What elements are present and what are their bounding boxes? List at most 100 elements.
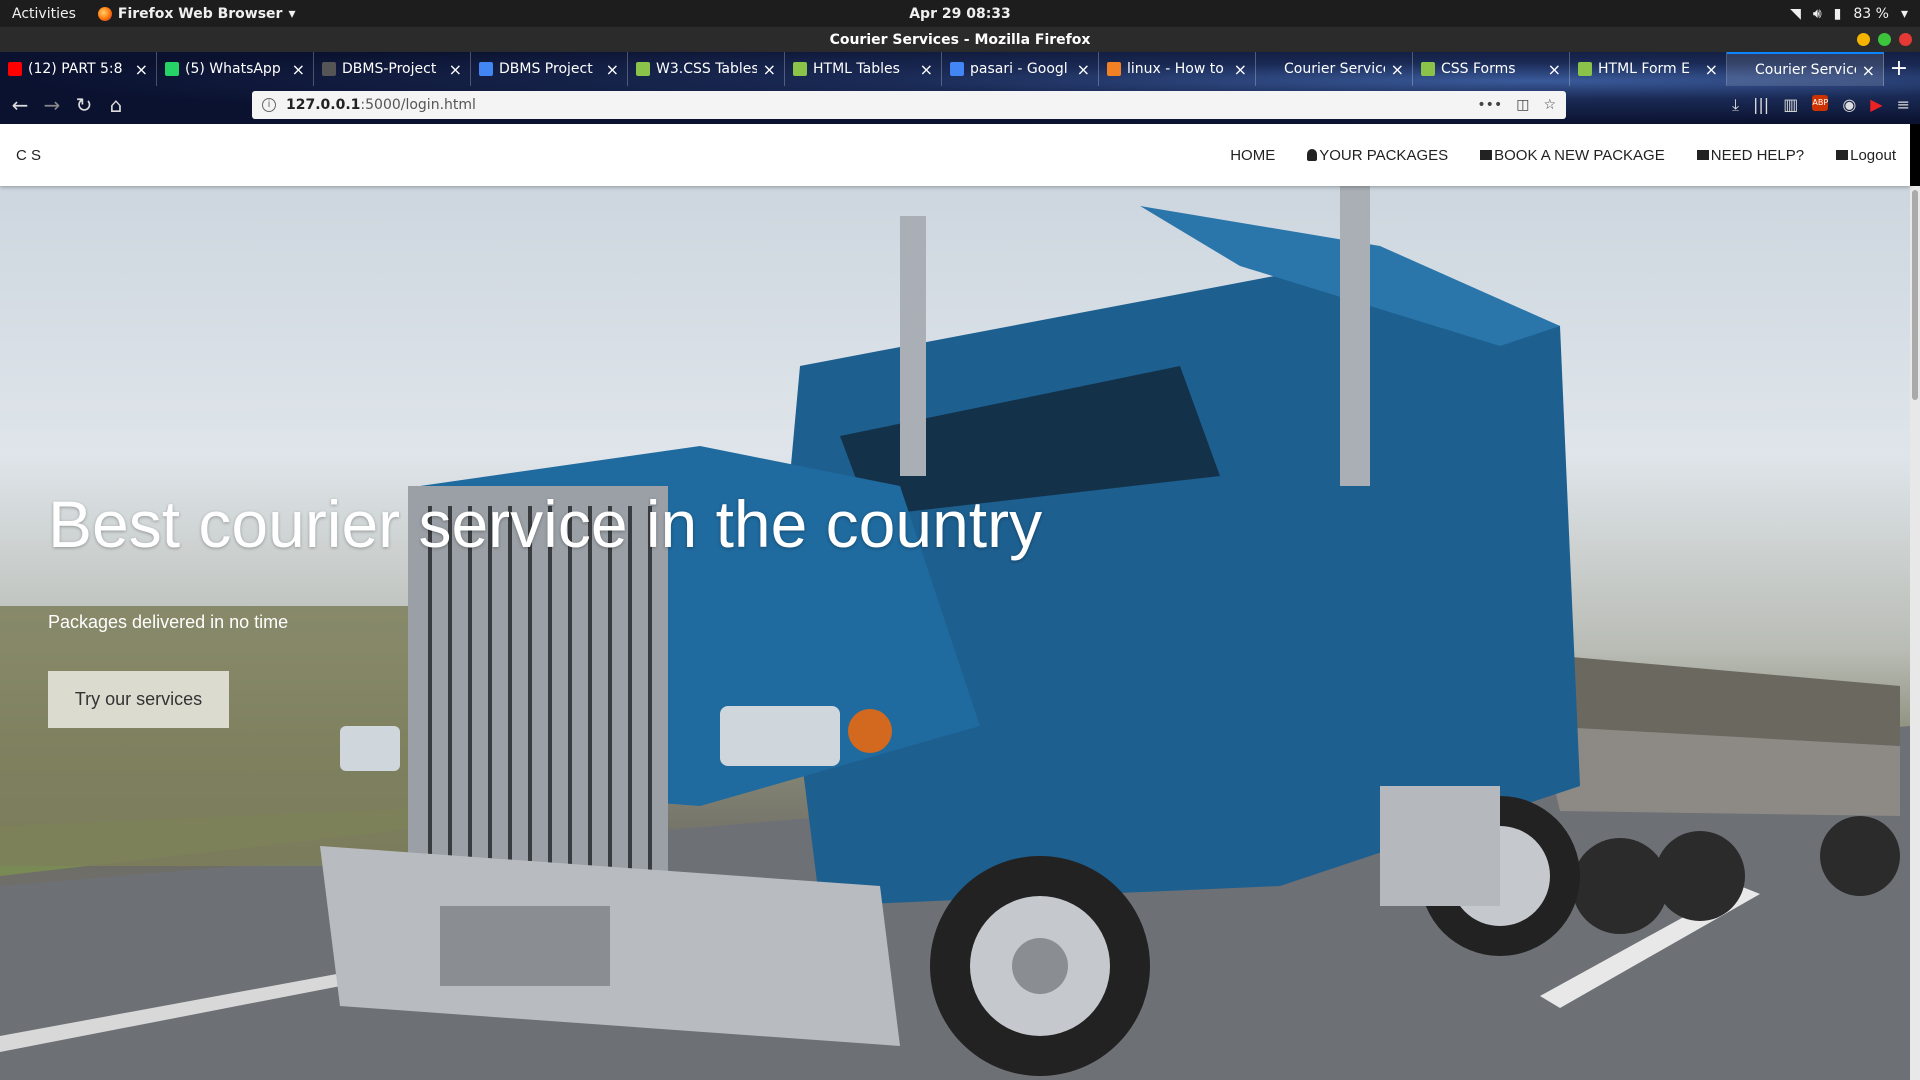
chevron-down-icon: ▾ <box>288 5 296 22</box>
tab-label: (5) WhatsApp <box>185 61 281 77</box>
truck-hero-image <box>0 186 1910 1080</box>
tab-close-icon[interactable]: × <box>763 60 776 79</box>
hamburger-menu-icon[interactable]: ≡ <box>1897 95 1910 115</box>
firefox-icon <box>97 6 112 21</box>
browser-tab[interactable]: W3.CSS Tables × <box>628 52 785 86</box>
envelope-icon <box>1836 150 1849 160</box>
url-path: :5000/login.html <box>360 97 476 113</box>
tab-close-icon[interactable]: × <box>1548 60 1561 79</box>
site-info-icon[interactable]: i <box>262 98 276 112</box>
browser-tab[interactable]: CSS Forms × <box>1413 52 1570 86</box>
tab-label: HTML Tables <box>813 61 900 77</box>
volume-icon: 🔊︎ <box>1812 5 1822 22</box>
tab-label: DBMS Project <box>499 61 593 77</box>
nav-logout-label: Logout <box>1850 146 1896 164</box>
nav-book-label: BOOK A NEW PACKAGE <box>1494 146 1665 164</box>
page-scrollbar[interactable] <box>1910 186 1920 1080</box>
nav-help-link[interactable]: NEED HELP? <box>1696 146 1805 164</box>
browser-tab[interactable]: (12) PART 5:8 × <box>0 52 157 86</box>
battery-percent: 83 % <box>1853 5 1889 22</box>
tab-label: DBMS-Project <box>342 61 437 77</box>
extension-icon[interactable]: ◉ <box>1842 95 1856 115</box>
tab-label: W3.CSS Tables <box>656 61 757 77</box>
tab-favicon-icon <box>950 62 964 76</box>
nav-help-label: NEED HELP? <box>1710 146 1805 164</box>
browser-tab[interactable]: DBMS Project × <box>471 52 628 86</box>
adblock-icon[interactable]: ABP <box>1812 95 1829 111</box>
tab-favicon-icon <box>1421 62 1435 76</box>
tab-close-icon[interactable]: × <box>1234 60 1247 79</box>
browser-chrome: (12) PART 5:8 × (5) WhatsApp × DBMS-Project ×… <box>0 52 1920 124</box>
hero-subtitle: Packages delivered in no time <box>48 612 289 632</box>
browser-tab[interactable]: DBMS-Project × <box>314 52 471 86</box>
reload-icon[interactable]: ↻ <box>68 93 100 117</box>
clock[interactable]: Apr 29 08:33 <box>909 6 1011 22</box>
window-title: Courier Services - Mozilla Firefox <box>829 31 1091 48</box>
navigation-toolbar: ← → ↻ ⌂ i 127.0.0.1 :5000/login.html •••… <box>0 86 1920 124</box>
tab-favicon-icon <box>1107 62 1121 76</box>
site-navbar: C S HOME YOUR PACKAGES BOOK A NEW PACKAG… <box>0 124 1910 186</box>
url-host: 127.0.0.1 <box>286 97 361 113</box>
library-icon[interactable]: ||| <box>1753 95 1769 115</box>
nav-logout-link[interactable]: Logout <box>1836 147 1896 164</box>
downloads-icon[interactable]: ⤓ <box>1732 95 1739 115</box>
tab-favicon-icon <box>793 62 807 76</box>
tab-close-icon[interactable]: × <box>1862 61 1875 80</box>
minimize-button[interactable] <box>1857 33 1870 46</box>
battery-icon: ▮ <box>1833 5 1842 22</box>
forward-icon[interactable]: → <box>36 93 68 117</box>
browser-tab[interactable]: linux - How to × <box>1099 52 1256 86</box>
envelope-icon <box>1480 150 1493 160</box>
maximize-button[interactable] <box>1878 33 1891 46</box>
tab-favicon-icon <box>322 62 336 76</box>
tab-close-icon[interactable]: × <box>449 60 462 79</box>
hero-title: Best courier service in the country <box>48 487 1043 561</box>
browser-tab[interactable]: pasari - Googl × <box>942 52 1099 86</box>
browser-tab[interactable]: Courier Services × <box>1727 52 1884 86</box>
tab-close-icon[interactable]: × <box>1705 60 1718 79</box>
site-brand[interactable]: C S <box>16 147 41 164</box>
try-services-button[interactable]: Try our services <box>48 671 229 728</box>
tab-close-icon[interactable]: × <box>1077 60 1090 79</box>
tab-favicon-icon <box>1735 63 1749 77</box>
pocket-icon[interactable]: ◫ <box>1516 97 1529 113</box>
tab-close-icon[interactable]: × <box>606 60 619 79</box>
activities-button[interactable]: Activities <box>12 6 76 22</box>
tab-close-icon[interactable]: × <box>135 60 148 79</box>
tab-label: linux - How to <box>1127 61 1224 77</box>
youtube-extension-icon[interactable]: ▶ <box>1870 95 1882 115</box>
window-title-bar: Courier Services - Mozilla Firefox <box>0 27 1920 52</box>
user-icon <box>1307 149 1318 161</box>
app-menu[interactable]: Firefox Web Browser ▾ <box>97 5 296 22</box>
page-actions-icon[interactable]: ••• <box>1477 97 1502 113</box>
scrollbar-thumb[interactable] <box>1912 190 1918 400</box>
wifi-icon: ◥ <box>1790 5 1801 22</box>
system-tray[interactable]: ◥ 🔊︎ ▮ 83 % ▾ <box>1790 6 1908 22</box>
new-tab-icon[interactable]: + <box>1884 52 1914 86</box>
back-icon[interactable]: ← <box>4 93 36 117</box>
tab-close-icon[interactable]: × <box>920 60 933 79</box>
browser-tab[interactable]: HTML Form E × <box>1570 52 1727 86</box>
chevron-down-icon: ▾ <box>1900 5 1908 22</box>
tab-favicon-icon <box>165 62 179 76</box>
close-window-button[interactable] <box>1899 33 1912 46</box>
url-bar[interactable]: i 127.0.0.1 :5000/login.html ••• ◫ ☆ <box>252 91 1566 119</box>
hero-section: Best courier service in the country Pack… <box>0 186 1910 1080</box>
home-icon[interactable]: ⌂ <box>100 93 132 117</box>
tab-close-icon[interactable]: × <box>1391 60 1404 79</box>
tab-favicon-icon <box>1264 62 1278 76</box>
nav-packages-link[interactable]: YOUR PACKAGES <box>1307 147 1448 164</box>
nav-home-link[interactable]: HOME <box>1230 147 1275 164</box>
browser-tab[interactable]: HTML Tables × <box>785 52 942 86</box>
envelope-icon <box>1696 150 1709 160</box>
system-top-bar: Activities Firefox Web Browser ▾ Apr 29 … <box>0 0 1920 27</box>
tab-strip: (12) PART 5:8 × (5) WhatsApp × DBMS-Project ×… <box>0 52 1920 86</box>
nav-book-link[interactable]: BOOK A NEW PACKAGE <box>1480 147 1665 164</box>
bookmark-star-icon[interactable]: ☆ <box>1543 97 1556 113</box>
sidebar-icon[interactable]: ▥ <box>1783 95 1798 115</box>
browser-tab[interactable]: Courier Services × <box>1256 52 1413 86</box>
tab-favicon-icon <box>636 62 650 76</box>
browser-tab[interactable]: (5) WhatsApp × <box>157 52 314 86</box>
tab-close-icon[interactable]: × <box>292 60 305 79</box>
tab-label: Courier Services <box>1755 62 1856 78</box>
